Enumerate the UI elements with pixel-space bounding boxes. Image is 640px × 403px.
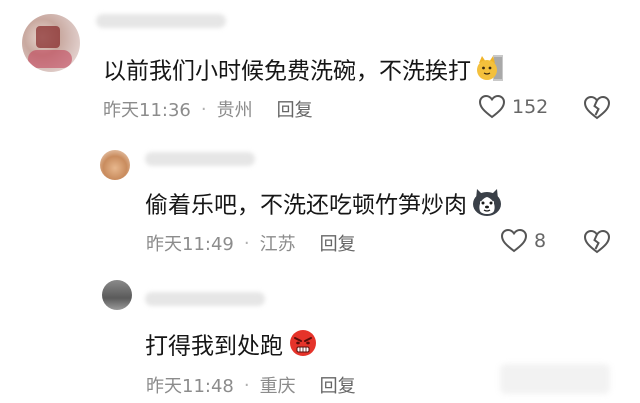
reply-button[interactable]: 回复: [320, 230, 356, 256]
avatar[interactable]: [100, 150, 130, 180]
reply-text-content: 打得我到处跑: [145, 333, 283, 360]
dislike-button[interactable]: [583, 95, 611, 125]
username-blurred[interactable]: [145, 292, 265, 306]
reply-meta: 昨天11:48 · 重庆 回复: [146, 372, 356, 398]
broken-heart-icon: [583, 95, 611, 120]
reply-text: 打得我到处跑: [145, 328, 319, 366]
like-count: 8: [534, 230, 547, 252]
avatar[interactable]: [22, 14, 80, 72]
reply-button[interactable]: 回复: [277, 96, 313, 122]
comment-location: 贵州: [216, 100, 253, 121]
comment-meta: 昨天11:36 · 贵州 回复: [103, 96, 313, 122]
comment-time: 昨天11:36: [103, 100, 191, 121]
like-button[interactable]: 8: [500, 228, 546, 254]
separator-dot: ·: [243, 374, 250, 396]
username-blurred[interactable]: [96, 14, 226, 28]
reply-location: 重庆: [259, 376, 296, 397]
blurred-area: [500, 364, 610, 394]
dislike-button[interactable]: [583, 229, 611, 259]
reply-text-content: 偷着乐吧，不洗还吃顿竹笋炒肉: [145, 192, 467, 219]
avatar[interactable]: [102, 280, 132, 310]
reply-time: 昨天11:48: [146, 376, 234, 397]
heart-icon: [478, 94, 506, 119]
reply-location: 江苏: [259, 234, 296, 255]
angry-face-emoji-icon: [287, 328, 319, 366]
cat-emoji-icon: [475, 53, 505, 91]
comment-text: 以前我们小时候免费洗碗，不洗挨打: [103, 53, 505, 91]
broken-heart-icon: [583, 229, 611, 254]
reply-button[interactable]: 回复: [320, 372, 356, 398]
separator-dot: ·: [200, 98, 207, 120]
username-blurred[interactable]: [145, 152, 255, 166]
reply-text: 偷着乐吧，不洗还吃顿竹笋炒肉: [145, 187, 503, 225]
reply-meta: 昨天11:49 · 江苏 回复: [146, 230, 356, 256]
heart-icon: [500, 228, 528, 253]
reply-time: 昨天11:49: [146, 234, 234, 255]
separator-dot: ·: [243, 232, 250, 254]
husky-emoji-icon: [471, 187, 503, 225]
comment-text-content: 以前我们小时候免费洗碗，不洗挨打: [103, 58, 471, 85]
like-button[interactable]: 152: [478, 94, 548, 120]
like-count: 152: [512, 96, 549, 118]
